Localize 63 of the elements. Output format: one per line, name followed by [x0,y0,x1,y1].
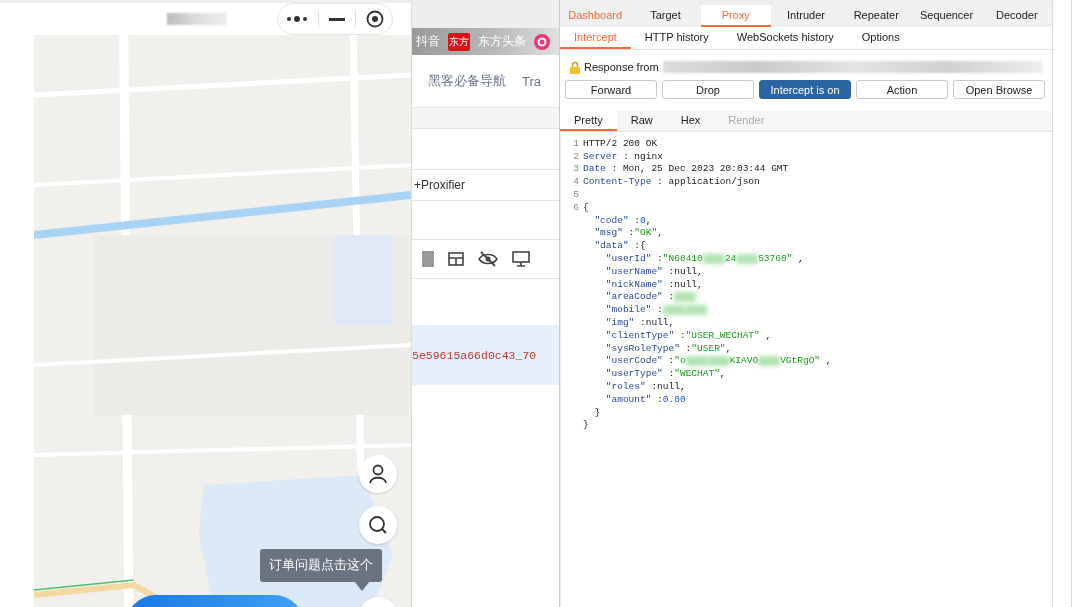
code-line: "userType" :"WECHAT", [604,368,726,380]
tooltip: 订单问题点击这个 [260,549,382,582]
code-line: } [593,406,601,418]
view-tab[interactable]: Raw [616,111,667,131]
code-line: Content-Type : application/json [583,176,760,188]
code-line: "userCode" :"o KIAVO VGtRgO" , [604,355,832,367]
toolbar-button[interactable]: Open Browse [953,80,1045,99]
subtab[interactable]: WebSockets history [722,27,848,49]
code-line: { [583,201,589,213]
line-number: 6 [572,201,580,213]
more-icon[interactable] [286,15,308,23]
view-tab[interactable]: Pretty [560,111,617,131]
tab[interactable]: Target [630,5,701,27]
eye-off-icon[interactable] [478,251,498,267]
code-line: "userName" :null, [604,265,703,277]
code-line: "clientType" :"USER_WECHAT" , [604,329,772,341]
view-tab[interactable]: Hex [666,111,715,131]
tab[interactable]: Sequencer [911,5,982,27]
site-logo[interactable]: 东方 [448,32,470,51]
line-number: 3 [572,163,580,175]
row-text[interactable]: 5e59615a66d0c43_70 [412,348,537,362]
code-line: "sysRoleType" :"USER", [604,342,732,354]
toolbar-button[interactable]: Action [856,80,948,99]
subtab[interactable]: Options [847,27,914,49]
code-line: Date : Mon, 25 Dec 2023 20:03:44 GMT [583,163,789,175]
code-line: } [583,419,589,431]
monitor-icon[interactable] [512,251,530,267]
code-line: "roles" :null, [604,381,686,393]
tab[interactable]: Repeater [841,5,912,27]
tooltip-pointer [354,581,370,591]
code-line: Server : nginx [583,150,663,162]
lock-icon [570,60,580,74]
extension-label: +Proxifier [414,178,466,192]
tab[interactable]: Intruder [770,5,842,27]
search-icon [368,515,388,535]
toolbar-button[interactable]: Intercept is on [759,80,851,99]
code-line: HTTP/2 200 OK [583,137,658,149]
code-line: "code" :0, [593,214,652,226]
response-label: Response from [584,61,659,73]
tab[interactable]: Decoder [981,5,1052,27]
subtab[interactable]: HTTP history [630,27,723,49]
code-line: "nickName" :null, [604,278,703,290]
line-number: 4 [572,176,580,188]
site-icon[interactable] [534,33,550,50]
minimize-icon[interactable] [329,17,345,21]
user-icon [368,464,388,484]
line-number: 5 [572,189,580,201]
nav-link[interactable]: Tra [522,73,542,89]
line-number: 1 [572,137,580,149]
code-line: "img" :null, [604,317,675,329]
code-line: "mobile" : [583,304,707,316]
blurred-icon [422,251,434,267]
code-line: "data" :{ [593,240,646,252]
code-line: "userId" :"N68410 24 53760" , [604,253,804,265]
line-number: 2 [572,150,580,162]
code-line: "msg" :"OK", [593,227,663,239]
code-line: "amount" :0.00 [604,393,686,405]
toolbar-button[interactable]: Forward [565,80,657,99]
table-icon[interactable] [448,252,464,266]
blurred-title [167,13,227,25]
nav-link[interactable]: 黑客必备导航 [428,72,506,90]
code-line: "areaCode" : [583,291,697,303]
toolbar-button[interactable]: Drop [662,80,754,99]
